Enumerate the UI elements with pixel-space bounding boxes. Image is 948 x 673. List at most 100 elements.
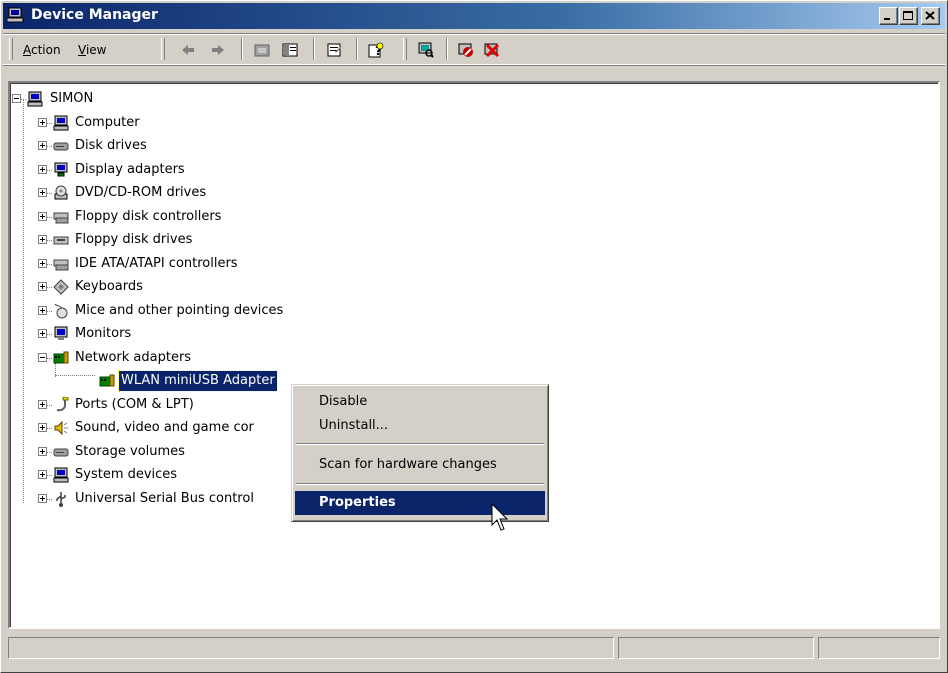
menu-separator — [296, 483, 544, 485]
toolbar-grip[interactable] — [9, 38, 13, 60]
scan-hardware-button[interactable] — [415, 40, 437, 60]
mouse-icon — [52, 303, 70, 325]
expand-toggle[interactable] — [38, 493, 47, 503]
menu-view-accel: V — [78, 43, 86, 57]
menu-action-rest: ction — [31, 43, 61, 57]
expand-toggle[interactable] — [38, 470, 47, 479]
expand-toggle[interactable] — [38, 329, 47, 338]
tree-item-label: WLAN miniUSB Adapter — [118, 370, 278, 392]
minimize-button[interactable] — [879, 7, 898, 25]
collapse-toggle[interactable] — [38, 352, 47, 362]
status-panel-3 — [818, 637, 940, 659]
tree-item-label: Mice and other pointing devices — [75, 302, 284, 318]
menu-scan-hardware-label: Scan for hardware changes — [319, 457, 497, 472]
status-panel-main — [8, 637, 614, 659]
up-folder-icon — [254, 44, 270, 57]
menu-view[interactable]: View — [78, 43, 106, 57]
disable-device-button[interactable] — [455, 40, 477, 60]
monitor-icon — [52, 326, 70, 348]
close-button[interactable] — [921, 7, 940, 25]
help-icon: ? — [368, 42, 384, 58]
context-menu: Disable Uninstall... Scan for hardware c… — [291, 384, 549, 522]
disk-drive-icon — [52, 444, 70, 466]
expand-toggle[interactable] — [38, 164, 47, 174]
network-adapter-icon — [98, 373, 116, 395]
menu-properties-label: Properties — [319, 495, 396, 510]
floppy-drive-icon — [52, 232, 70, 254]
tree-item-label: DVD/CD-ROM drives — [75, 185, 207, 200]
menu-scan-hardware[interactable]: Scan for hardware changes — [295, 453, 545, 477]
uninstall-device-icon — [484, 43, 500, 58]
network-adapter-icon — [52, 350, 70, 372]
expand-toggle[interactable] — [38, 305, 47, 315]
expand-toggle[interactable] — [38, 117, 47, 127]
disk-drive-icon — [52, 138, 70, 160]
uninstall-device-button[interactable] — [481, 40, 503, 60]
menu-view-rest: iew — [85, 43, 107, 57]
tree-item-label: Storage volumes — [75, 443, 185, 459]
title-bar[interactable]: Device Manager — [3, 3, 945, 29]
toolbar-separator — [446, 38, 448, 60]
tree-item-label: Sound, video and game cor — [75, 420, 254, 435]
expand-toggle[interactable] — [38, 258, 47, 268]
controller-icon — [52, 256, 70, 278]
expand-toggle[interactable] — [38, 423, 47, 432]
toolbar-separator — [241, 38, 243, 60]
computer-icon — [6, 7, 25, 26]
mouse-cursor-icon — [491, 503, 509, 531]
expand-toggle[interactable] — [38, 211, 47, 221]
tree-item-label: Display adapters — [75, 161, 185, 177]
close-icon — [925, 11, 935, 20]
expand-toggle[interactable] — [38, 446, 47, 456]
menu-action[interactable]: Action — [23, 43, 61, 57]
toolbar-grip-2[interactable] — [161, 38, 165, 60]
toolbar-grip-3[interactable] — [403, 38, 407, 60]
tree-item-label: System devices — [75, 467, 178, 482]
computer-icon — [52, 467, 70, 489]
forward-button[interactable] — [207, 40, 229, 60]
menu-uninstall[interactable]: Uninstall... — [295, 414, 545, 438]
port-icon — [52, 396, 70, 419]
menu-disable[interactable]: Disable — [295, 390, 545, 414]
back-icon — [182, 45, 194, 55]
usb-icon — [52, 491, 70, 513]
toolbar: Action View ? — [3, 33, 945, 65]
show-hide-tree-icon — [282, 43, 298, 57]
expand-toggle[interactable] — [38, 235, 47, 244]
device-manager-window: Device Manager Action View ? SIMON Compu… — [0, 0, 948, 673]
help-button[interactable]: ? — [365, 40, 387, 60]
status-bar — [8, 637, 940, 659]
menu-separator — [296, 443, 544, 445]
scan-hardware-icon — [418, 42, 434, 58]
collapse-toggle[interactable] — [12, 94, 21, 103]
toolbar-separator — [313, 38, 315, 60]
toolbar-separator — [356, 38, 358, 60]
tree-item-label: Network adapters — [75, 349, 192, 365]
device-tree[interactable]: SIMON Computer Disk drives Display adapters… — [8, 81, 940, 629]
expand-toggle[interactable] — [38, 141, 47, 150]
sound-icon — [52, 420, 70, 442]
expand-toggle[interactable] — [38, 399, 47, 409]
maximize-button[interactable] — [899, 7, 918, 25]
tree-item-label: Floppy disk controllers — [75, 208, 222, 224]
computer-icon — [52, 115, 70, 137]
back-button[interactable] — [177, 40, 199, 60]
status-panel-2 — [618, 637, 814, 659]
properties-button[interactable] — [323, 40, 345, 60]
tree-item-label: Monitors — [75, 326, 132, 341]
expand-toggle[interactable] — [38, 188, 47, 197]
expand-toggle[interactable] — [38, 282, 47, 291]
tree-line — [23, 99, 24, 503]
computer-icon — [26, 91, 44, 113]
keyboard-icon — [52, 279, 70, 301]
tree-item-label: Floppy disk drives — [75, 232, 193, 247]
tree-item-label: Disk drives — [75, 138, 147, 153]
menu-disable-label: Disable — [319, 394, 368, 409]
maximize-icon — [903, 11, 913, 20]
tree-item-label: SIMON — [50, 91, 94, 106]
up-folder-button[interactable] — [251, 40, 273, 60]
tree-item-label: Keyboards — [75, 279, 143, 294]
window-title: Device Manager — [31, 7, 158, 23]
properties-icon — [327, 43, 341, 57]
show-hide-tree-button[interactable] — [279, 40, 301, 60]
